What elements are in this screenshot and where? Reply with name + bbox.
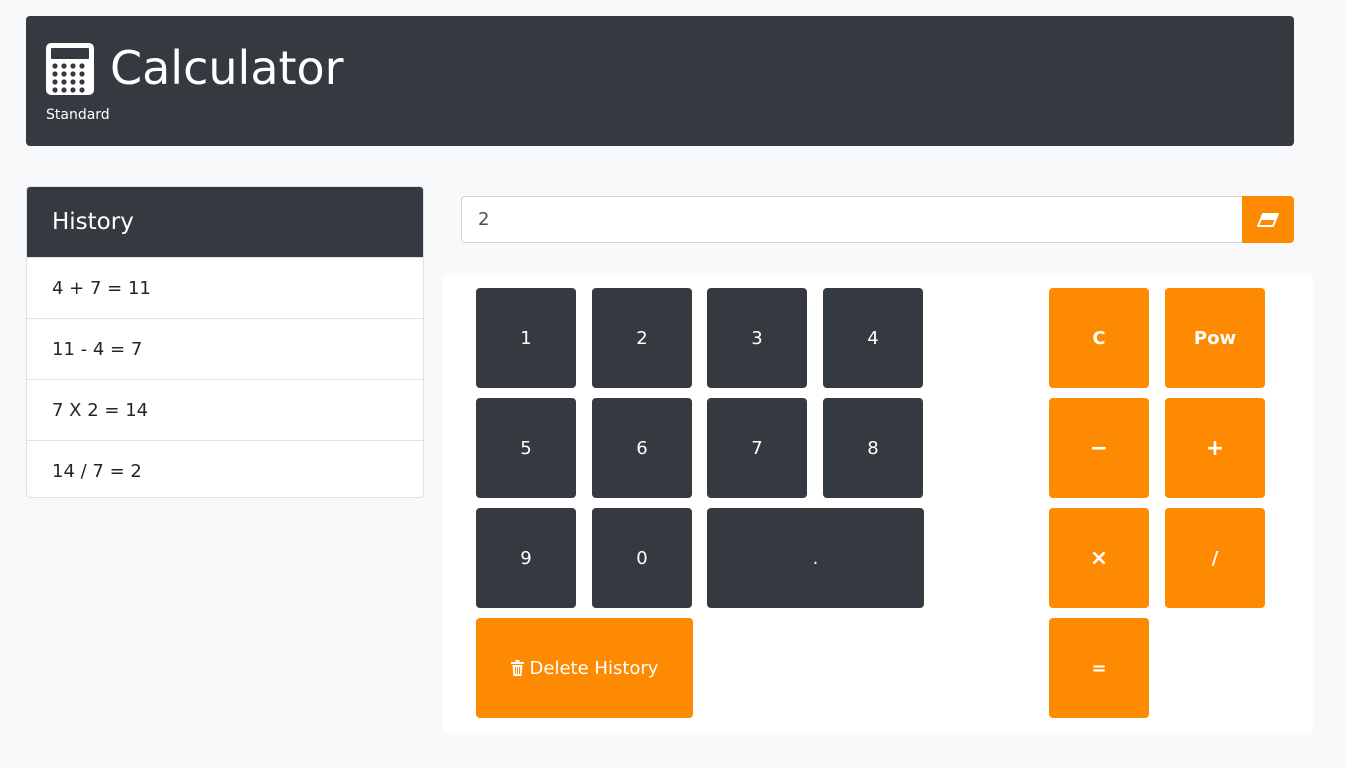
history-title: History bbox=[27, 187, 423, 257]
trash-icon bbox=[510, 660, 524, 676]
calculator-display[interactable] bbox=[461, 196, 1242, 243]
history-item[interactable]: 4 + 7 = 11 bbox=[27, 257, 423, 318]
minus-button[interactable]: − bbox=[1049, 398, 1149, 498]
app-header: Calculator Standard bbox=[26, 16, 1294, 146]
digit-5-button[interactable]: 5 bbox=[476, 398, 576, 498]
clear-display-button[interactable] bbox=[1242, 196, 1294, 243]
calculator-icon bbox=[46, 43, 94, 95]
history-item[interactable]: 14 / 7 = 2 bbox=[27, 440, 423, 497]
digit-8-button[interactable]: 8 bbox=[823, 398, 923, 498]
history-item[interactable]: 11 - 4 = 7 bbox=[27, 318, 423, 379]
equals-button[interactable]: = bbox=[1049, 618, 1149, 718]
digit-2-button[interactable]: 2 bbox=[592, 288, 692, 388]
power-button[interactable]: Pow bbox=[1165, 288, 1265, 388]
history-panel: History 4 + 7 = 11 11 - 4 = 7 7 X 2 = 14… bbox=[26, 186, 424, 498]
page-title: Calculator bbox=[110, 41, 344, 95]
digit-7-button[interactable]: 7 bbox=[707, 398, 807, 498]
eraser-icon bbox=[1257, 212, 1279, 227]
clear-button[interactable]: C bbox=[1049, 288, 1149, 388]
digit-3-button[interactable]: 3 bbox=[707, 288, 807, 388]
digit-4-button[interactable]: 4 bbox=[823, 288, 923, 388]
keypad: 1 2 3 4 C Pow 5 6 7 8 − + 9 0 . × / Dele… bbox=[443, 273, 1313, 733]
multiply-button[interactable]: × bbox=[1049, 508, 1149, 608]
plus-icon: + bbox=[1205, 435, 1225, 461]
plus-button[interactable]: + bbox=[1165, 398, 1265, 498]
delete-history-label: Delete History bbox=[529, 657, 659, 679]
digit-1-button[interactable]: 1 bbox=[476, 288, 576, 388]
decimal-point-button[interactable]: . bbox=[707, 508, 924, 608]
digit-0-button[interactable]: 0 bbox=[592, 508, 692, 608]
digit-6-button[interactable]: 6 bbox=[592, 398, 692, 498]
digit-9-button[interactable]: 9 bbox=[476, 508, 576, 608]
divide-button[interactable]: / bbox=[1165, 508, 1265, 608]
history-item[interactable]: 7 X 2 = 14 bbox=[27, 379, 423, 440]
times-icon: × bbox=[1089, 545, 1109, 571]
mode-subtitle: Standard bbox=[46, 107, 110, 123]
delete-history-button[interactable]: Delete History bbox=[476, 618, 693, 718]
minus-icon: − bbox=[1089, 435, 1109, 461]
